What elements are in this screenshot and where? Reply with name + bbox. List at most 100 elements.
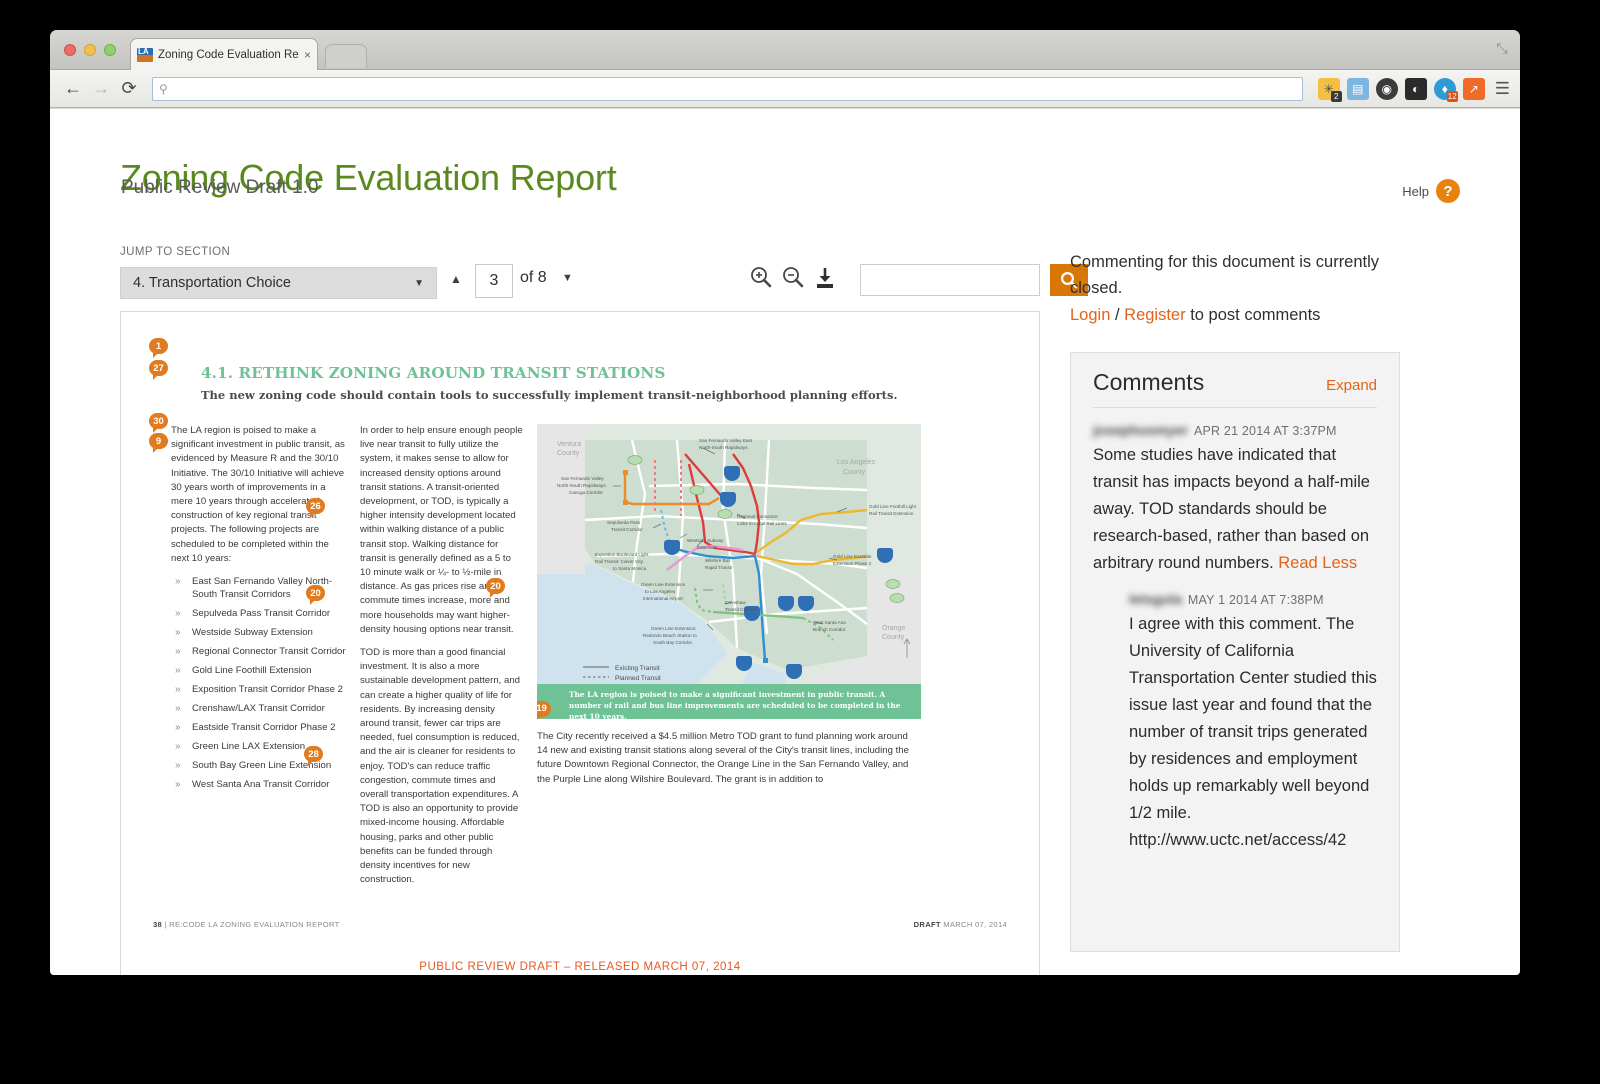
comment-marker[interactable]: 26 bbox=[306, 498, 325, 518]
page-content: Zoning Code Evaluation Report Public Rev… bbox=[50, 109, 1520, 975]
link-separator: / bbox=[1114, 306, 1120, 324]
svg-text:Gold Line Eastside: Gold Line Eastside bbox=[833, 554, 872, 559]
document-column-2: In order to help ensure enough people li… bbox=[360, 424, 523, 897]
browser-tab[interactable]: Zoning Code Evaluation Re × bbox=[130, 38, 318, 70]
comments-header: Comments Expand bbox=[1093, 369, 1377, 408]
analytics-extension-icon[interactable]: ↗ bbox=[1462, 77, 1485, 100]
commenting-closed-note: Commenting for this document is currentl… bbox=[1070, 253, 1380, 297]
drupal-extension-icon[interactable]: ♦ 12 bbox=[1433, 77, 1458, 102]
list-item: Westside Subway Extension bbox=[171, 626, 346, 639]
svg-text:Links to Local Rail Lines: Links to Local Rail Lines bbox=[737, 521, 787, 526]
svg-text:Rail Transit: Culver City: Rail Transit: Culver City bbox=[595, 559, 644, 564]
svg-text:to Santa Monica: to Santa Monica bbox=[613, 566, 647, 571]
read-less-link[interactable]: Read Less bbox=[1278, 554, 1357, 572]
comment-marker[interactable]: 30 bbox=[149, 413, 168, 433]
transit-map: Ventura County Los Angeles County Orange… bbox=[537, 424, 921, 719]
svg-text:San Fernando Valley East: San Fernando Valley East bbox=[699, 438, 753, 443]
svg-text:Existing Transit: Existing Transit bbox=[615, 665, 660, 672]
svg-text:Branch Corridor: Branch Corridor bbox=[813, 627, 846, 632]
owl-extension-icon[interactable]: ◐ bbox=[1404, 77, 1427, 100]
forward-button[interactable]: → bbox=[88, 76, 114, 102]
svg-text:San Fernando Valley: San Fernando Valley bbox=[561, 476, 604, 481]
comment-marker[interactable]: 1 bbox=[149, 338, 168, 358]
login-suffix: to post comments bbox=[1190, 306, 1321, 324]
comment-meta: letsgola MAY 1 2014 AT 7:38PM bbox=[1129, 591, 1377, 607]
svg-text:International Airport: International Airport bbox=[643, 596, 684, 601]
comment-marker[interactable]: 27 bbox=[149, 360, 168, 380]
comment-timestamp: MAY 1 2014 AT 7:38PM bbox=[1187, 593, 1324, 607]
new-tab-button[interactable] bbox=[325, 44, 367, 68]
login-link[interactable]: Login bbox=[1070, 306, 1110, 324]
list-item: Sepulveda Pass Transit Corridor bbox=[171, 607, 346, 620]
document-columns: The LA region is poised to make a signif… bbox=[153, 424, 1007, 897]
close-window-button[interactable] bbox=[64, 44, 76, 56]
comment-author[interactable]: josephusmyer bbox=[1093, 422, 1188, 438]
document-column-1: The LA region is poised to make a signif… bbox=[153, 424, 346, 897]
expand-comments-link[interactable]: Expand bbox=[1326, 377, 1377, 394]
svg-text:Crenshaw: Crenshaw bbox=[725, 600, 746, 605]
zoom-in-icon[interactable] bbox=[748, 264, 776, 292]
footer-draft-label: DRAFT bbox=[913, 920, 941, 929]
document-viewer[interactable]: 1 27 4.1. RETHINK ZONING AROUND TRANSIT … bbox=[120, 311, 1040, 975]
svg-text:Rapid Transit: Rapid Transit bbox=[705, 565, 733, 570]
svg-text:South Bay Corridor: South Bay Corridor bbox=[653, 640, 693, 645]
next-page-button[interactable]: ▼ bbox=[562, 272, 573, 284]
address-bar[interactable]: ⚲ bbox=[152, 76, 1303, 101]
color-wheel-extension-icon[interactable]: ◉ bbox=[1375, 77, 1398, 100]
svg-text:Transit Corridor: Transit Corridor bbox=[725, 607, 757, 612]
browser-toolbar: ← → ⟳ ⚲ ✳ 2 ▤ ◉ ◐ ♦ 12 ↗ ☰ bbox=[50, 70, 1520, 108]
window-extension-icon[interactable]: ▤ bbox=[1346, 77, 1369, 100]
back-button[interactable]: ← bbox=[60, 76, 86, 102]
footer-separator: | bbox=[164, 920, 167, 929]
help-icon[interactable]: ? bbox=[1436, 179, 1460, 203]
document-page: 1 27 4.1. RETHINK ZONING AROUND TRANSIT … bbox=[121, 312, 1039, 975]
list-item: Exposition Transit Corridor Phase 2 bbox=[171, 683, 346, 696]
notes-extension-badge: 2 bbox=[1330, 90, 1342, 102]
zoom-out-icon[interactable] bbox=[780, 264, 808, 292]
login-register-line: Login / Register to post comments bbox=[1070, 302, 1400, 328]
svg-text:Transit Corridor: Transit Corridor bbox=[611, 527, 643, 532]
paragraph: TOD is more than a good financial invest… bbox=[360, 647, 521, 886]
svg-text:Planned Transit: Planned Transit bbox=[615, 675, 661, 682]
comment-marker[interactable]: 28 bbox=[304, 746, 323, 766]
reload-button[interactable]: ⟳ bbox=[116, 76, 142, 102]
section-select-value: 4. Transportation Choice bbox=[133, 275, 291, 291]
minimize-window-button[interactable] bbox=[84, 44, 96, 56]
svg-text:County: County bbox=[557, 450, 580, 457]
page-count-label: of 8 bbox=[520, 269, 547, 286]
map-caption: The LA region is poised to make a signif… bbox=[537, 684, 921, 719]
maximize-window-button[interactable] bbox=[104, 44, 116, 56]
register-link[interactable]: Register bbox=[1124, 306, 1185, 324]
browser-menu-button[interactable]: ☰ bbox=[1495, 79, 1510, 99]
svg-text:Rail Transit Extension: Rail Transit Extension bbox=[869, 511, 914, 516]
section-select[interactable]: 4. Transportation Choice ▼ bbox=[120, 267, 437, 299]
svg-text:Canoga Corridor: Canoga Corridor bbox=[569, 490, 603, 495]
list-item: West Santa Ana Transit Corridor bbox=[171, 778, 346, 791]
comment-marker[interactable]: 9 bbox=[149, 433, 168, 453]
comment-author[interactable]: letsgola bbox=[1129, 591, 1182, 607]
svg-text:Expostion Boulevard Light: Expostion Boulevard Light bbox=[595, 552, 649, 557]
drupal-extension-badge: 12 bbox=[1446, 90, 1458, 102]
page-number-input[interactable] bbox=[475, 264, 513, 298]
svg-text:Extension Phase 2: Extension Phase 2 bbox=[833, 561, 872, 566]
svg-text:West Santa Ana: West Santa Ana bbox=[813, 620, 846, 625]
released-note: PUBLIC REVIEW DRAFT – RELEASED MARCH 07,… bbox=[419, 961, 741, 973]
document-footer-left: 38 | RE:CODE LA ZONING EVALUATION REPORT bbox=[153, 920, 340, 929]
close-tab-icon[interactable]: × bbox=[304, 48, 311, 62]
previous-page-button[interactable]: ▲ bbox=[450, 272, 462, 286]
help-control[interactable]: Help ? bbox=[1402, 179, 1460, 203]
map-graphic: Ventura County Los Angeles County Orange… bbox=[537, 424, 921, 684]
comment-meta: josephusmyer APR 21 2014 AT 3:37PM bbox=[1093, 422, 1377, 438]
document-search-input[interactable] bbox=[860, 264, 1040, 296]
paragraph: The LA region is poised to make a signif… bbox=[171, 425, 345, 564]
comment-marker[interactable]: 20 bbox=[486, 578, 505, 598]
resize-window-icon[interactable]: ⤡ bbox=[1494, 40, 1510, 56]
list-item: South Bay Green Line Extension bbox=[171, 759, 346, 772]
document-column-3: Ventura County Los Angeles County Orange… bbox=[537, 424, 921, 897]
download-icon[interactable] bbox=[812, 265, 840, 293]
comment-marker[interactable]: 20 bbox=[306, 585, 325, 605]
svg-text:Green Line Extension: Green Line Extension bbox=[641, 582, 686, 587]
notes-extension-icon[interactable]: ✳ 2 bbox=[1317, 77, 1342, 102]
svg-text:County: County bbox=[843, 469, 866, 476]
address-input[interactable] bbox=[172, 80, 1296, 97]
